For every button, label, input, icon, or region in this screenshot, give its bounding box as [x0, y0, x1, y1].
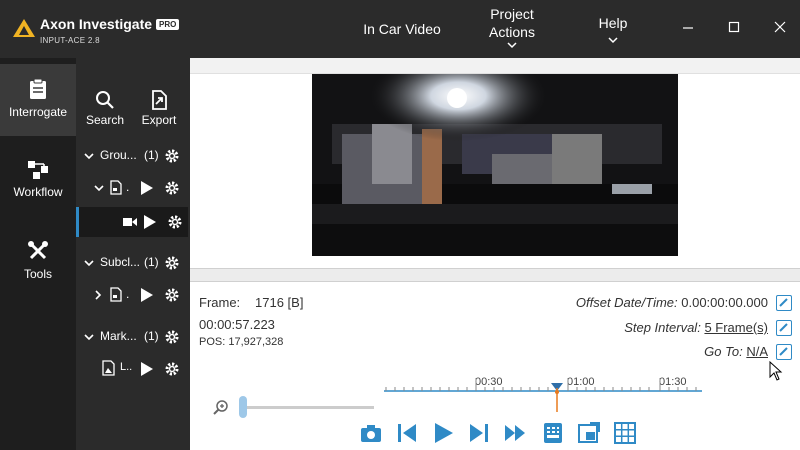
clipboard-icon [30, 78, 46, 99]
file-icon [110, 180, 122, 195]
chevron-down-icon[interactable] [94, 184, 104, 192]
play-icon[interactable] [140, 180, 154, 196]
fast-forward-icon[interactable] [502, 420, 528, 446]
frame-label: Frame: [199, 295, 241, 310]
pop-out-icon[interactable] [576, 420, 602, 446]
file-icon [110, 287, 122, 302]
menu-help[interactable]: Help [588, 14, 638, 44]
pencil-icon [779, 298, 788, 307]
tree-label: Subcl... [100, 255, 141, 269]
zoom-slider-handle[interactable] [239, 396, 247, 418]
tools-icon [28, 241, 48, 260]
mouse-cursor-icon [769, 361, 783, 381]
viewer-header-strip [190, 58, 800, 74]
chevron-down-icon [608, 37, 618, 44]
playhead[interactable] [550, 382, 564, 412]
nav-label: Workflow [13, 185, 63, 199]
tree-row-subclip-item[interactable]: . [76, 282, 188, 308]
pencil-icon [779, 323, 788, 332]
step-interval-link[interactable]: 5 Frame(s) [704, 320, 768, 335]
title-bar: Axon Investigate PRO INPUT-ACE 2.8 In Car… [0, 0, 800, 58]
frame-list-icon[interactable] [540, 420, 566, 446]
gear-icon[interactable] [164, 180, 180, 196]
nav-item-interrogate[interactable]: Interrogate [0, 64, 76, 136]
app-subtitle: INPUT-ACE 2.8 [40, 36, 100, 45]
chevron-down-icon[interactable] [84, 333, 94, 341]
video-camera-icon [123, 218, 137, 226]
minimize-icon[interactable] [681, 20, 695, 34]
offset-date-time: Offset Date/Time: 0.00:00:00.000 [575, 295, 768, 310]
video-still-image [312, 74, 678, 256]
chevron-down-icon[interactable] [84, 152, 94, 160]
snapshot-camera-icon[interactable] [358, 420, 384, 446]
chevron-down-icon [507, 42, 517, 49]
tree-row-marker-item[interactable]: L.. [76, 356, 188, 382]
tree-row-video-stream[interactable] [76, 207, 188, 237]
step-forward-icon[interactable] [466, 420, 492, 446]
workflow-icon [28, 161, 48, 179]
edit-step-interval-button[interactable] [776, 320, 792, 336]
tree-row-video-file[interactable]: . [76, 175, 188, 201]
tree-row-subclips[interactable]: Subcl... (1) [76, 250, 188, 276]
search-icon [96, 91, 114, 109]
video-frame[interactable] [312, 74, 678, 256]
zoom-slider-track[interactable] [240, 406, 374, 409]
export-button[interactable]: Export [136, 90, 182, 127]
timeline[interactable]: 00:30 01:00 01:30 [384, 376, 702, 412]
timeline-ruler [384, 378, 702, 392]
pencil-icon [779, 347, 788, 356]
edit-go-to-button[interactable] [776, 344, 792, 360]
gear-icon[interactable] [167, 214, 183, 230]
gear-icon[interactable] [164, 361, 180, 377]
nav-label: Interrogate [8, 105, 68, 119]
nav-label: Tools [23, 267, 52, 281]
tree-count: (1) [144, 255, 159, 269]
gear-icon[interactable] [164, 329, 180, 345]
menu-in-car-video[interactable]: In Car Video [352, 20, 452, 38]
tree-label: L.. [120, 361, 133, 373]
position-value: POS: 17,927,328 [199, 336, 284, 348]
gear-icon[interactable] [164, 287, 180, 303]
playback-controls [356, 420, 646, 446]
tree-count: (1) [144, 148, 159, 162]
panel-divider[interactable] [190, 268, 800, 282]
chevron-down-icon[interactable] [84, 259, 94, 267]
play-icon[interactable] [140, 287, 154, 303]
maximize-icon[interactable] [727, 20, 741, 34]
nav-item-tools[interactable]: Tools [0, 228, 76, 300]
tree-label: Mark... [100, 329, 137, 343]
menu-project-actions[interactable]: Project Actions [474, 5, 550, 49]
search-button[interactable]: Search [82, 90, 128, 127]
step-interval: Step Interval: 5 Frame(s) [624, 320, 768, 335]
app-title: Axon Investigate PRO [40, 16, 180, 32]
grid-view-icon[interactable] [612, 420, 638, 446]
go-to: Go To: N/A [704, 344, 768, 359]
tree-label: Grou... [100, 148, 137, 162]
axon-logo-icon [13, 19, 35, 37]
nav-item-workflow[interactable]: Workflow [0, 146, 76, 218]
tree-row-groups[interactable]: Grou... (1) [76, 143, 188, 169]
pro-badge: PRO [156, 19, 180, 30]
play-icon[interactable] [143, 214, 157, 230]
frame-value: 1716 [B] [255, 295, 304, 310]
timecode: 00:00:57.223 [199, 317, 275, 332]
step-back-icon[interactable] [394, 420, 420, 446]
zoom-icon [213, 400, 228, 415]
export-icon [152, 90, 167, 110]
left-nav: Interrogate Workflow Tools [0, 58, 76, 450]
chevron-right-icon[interactable] [94, 290, 102, 300]
play-icon[interactable] [430, 420, 456, 446]
play-icon[interactable] [140, 361, 154, 377]
close-icon[interactable] [773, 20, 787, 34]
gear-icon[interactable] [164, 255, 180, 271]
go-to-link[interactable]: N/A [746, 344, 768, 359]
image-file-icon [102, 360, 115, 376]
project-tree-panel: Search Export Grou... (1) . Subcl... (1) [76, 58, 190, 450]
tree-count: (1) [144, 329, 159, 343]
edit-offset-button[interactable] [776, 295, 792, 311]
gear-icon[interactable] [164, 148, 180, 164]
tree-row-markers[interactable]: Mark... (1) [76, 324, 188, 350]
